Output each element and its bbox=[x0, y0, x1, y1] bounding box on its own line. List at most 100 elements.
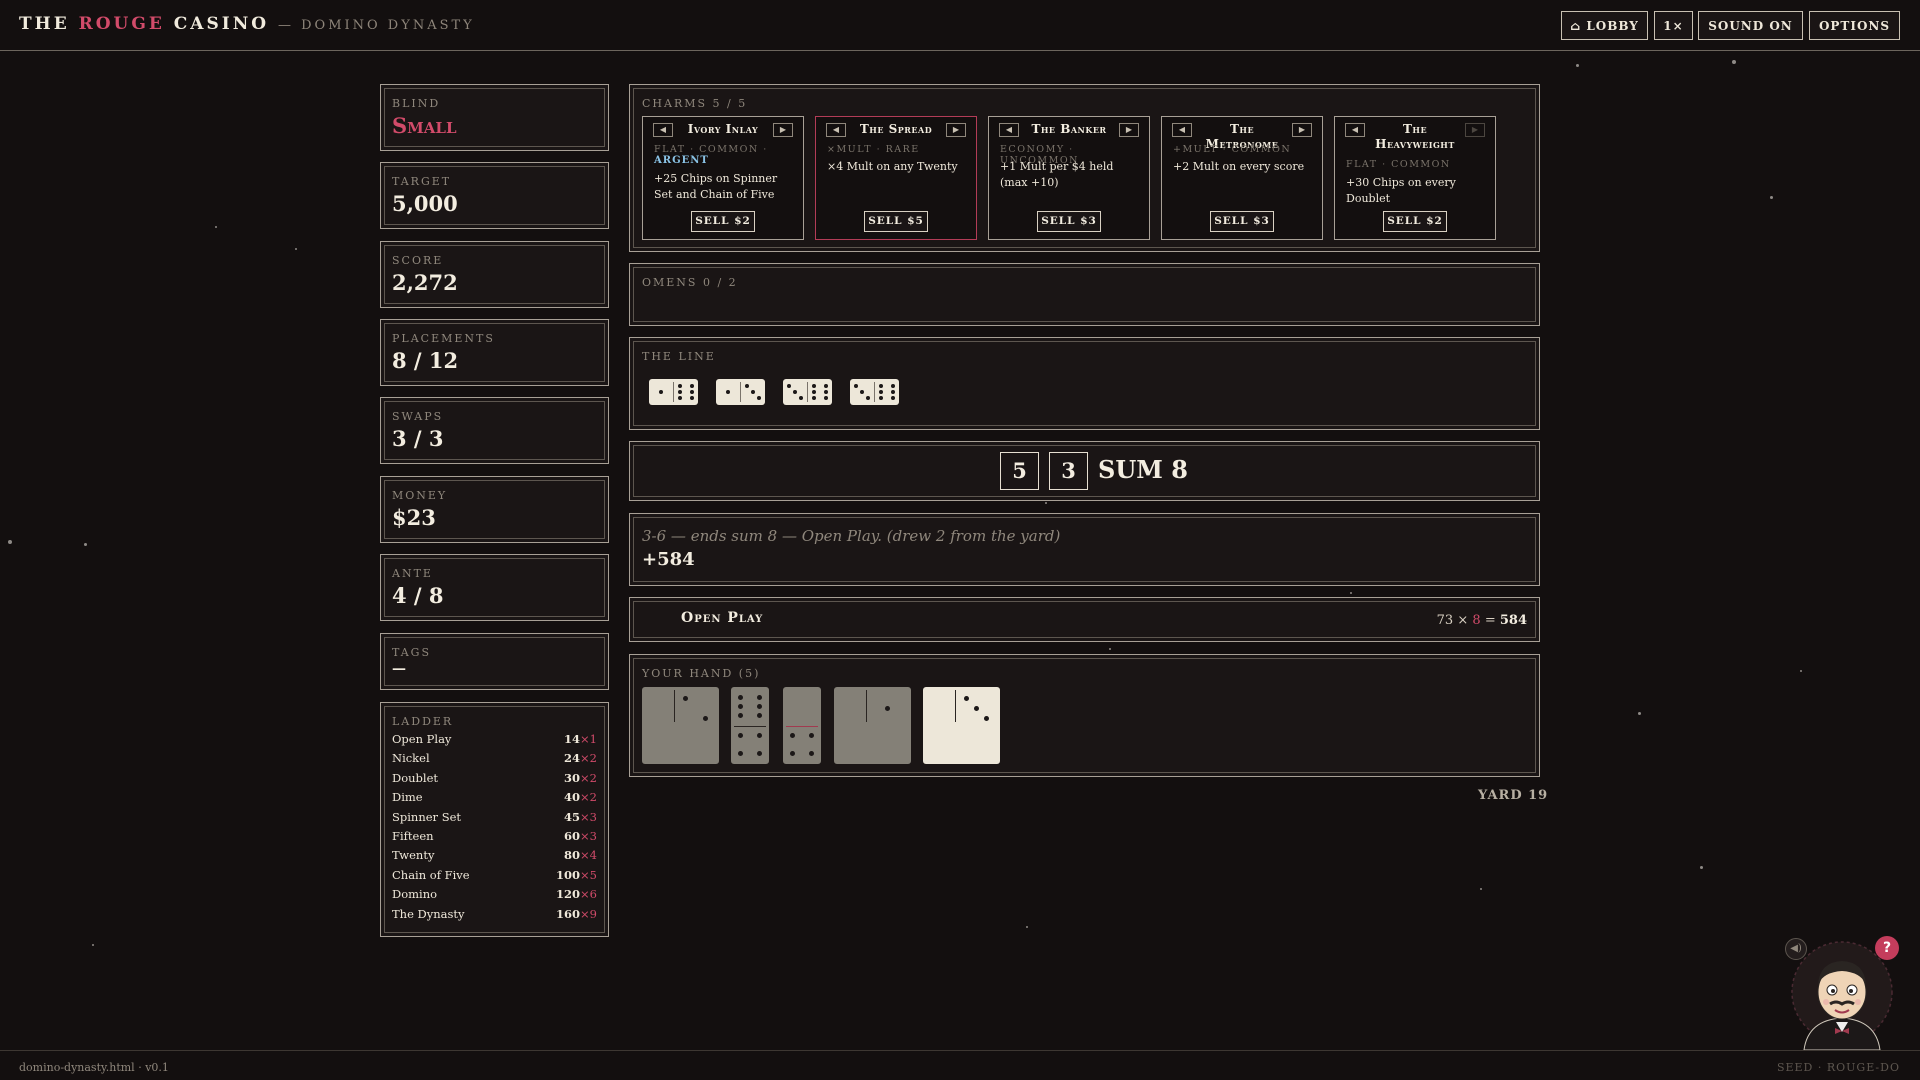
pip bbox=[689, 383, 694, 388]
ladder-hand-name: The Dynasty bbox=[392, 906, 465, 921]
tags-label: TAGS bbox=[392, 646, 432, 659]
sell-button[interactable]: SELL $2 bbox=[1383, 211, 1447, 232]
hand-result-name: Open Play bbox=[681, 610, 764, 626]
hand-result-panel bbox=[629, 597, 1540, 642]
hand-domino[interactable] bbox=[783, 687, 821, 764]
ladder-mult: ×4 bbox=[580, 848, 597, 863]
charm-description: +2 Mult on every score bbox=[1173, 160, 1305, 173]
hand-domino[interactable] bbox=[834, 687, 911, 764]
lobby-button[interactable]: ⌂ LOBBY bbox=[1561, 11, 1648, 40]
ladder-hand-value: 100×5 bbox=[556, 868, 597, 882]
end-sum: SUM 8 bbox=[1098, 455, 1188, 484]
move-right-icon[interactable]: ▶ bbox=[1119, 123, 1139, 137]
brand-rouge: ROUGE bbox=[78, 14, 165, 34]
pip bbox=[885, 705, 890, 711]
pip bbox=[682, 695, 688, 701]
hand-domino[interactable] bbox=[731, 687, 769, 764]
pip bbox=[756, 694, 762, 700]
pip bbox=[793, 390, 797, 394]
score-panel: SCORE 2,272 bbox=[380, 241, 609, 308]
move-left-icon[interactable]: ◀ bbox=[826, 123, 846, 137]
sell-button[interactable]: SELL $3 bbox=[1037, 211, 1101, 232]
charm-card[interactable]: ◀ ▶ The Spread ×MULT · RARE ×4 Mult on any T… bbox=[815, 116, 977, 240]
money-value: $23 bbox=[392, 505, 436, 530]
pip bbox=[860, 390, 864, 394]
pip bbox=[890, 390, 895, 394]
omens-label: OMENS 0 / 2 bbox=[642, 276, 738, 289]
sell-button[interactable]: SELL $5 bbox=[864, 211, 928, 232]
ladder-hand-value: 14×1 bbox=[564, 732, 597, 746]
pip bbox=[808, 751, 814, 757]
hand-domino[interactable] bbox=[923, 687, 1000, 764]
ladder-chips: 120 bbox=[556, 887, 581, 902]
ladder-hand-name: Chain of Five bbox=[392, 867, 470, 882]
charm-card[interactable]: ◀ ▶ Ivory Inlay FLAT · COMMON · ARGENT +25 Ch… bbox=[642, 116, 804, 240]
sound-button[interactable]: SOUND ON bbox=[1698, 11, 1803, 40]
ladder-row: Fifteen 60×3 bbox=[392, 829, 597, 847]
result-times: × bbox=[1457, 613, 1469, 628]
pip bbox=[738, 733, 744, 738]
options-button[interactable]: OPTIONS bbox=[1809, 11, 1900, 40]
ladder-mult: ×9 bbox=[580, 906, 597, 921]
line-panel: THE LINE bbox=[629, 337, 1540, 430]
sell-button[interactable]: SELL $2 bbox=[691, 211, 755, 232]
pip bbox=[963, 695, 969, 701]
move-left-icon[interactable]: ◀ bbox=[999, 123, 1019, 137]
speed-button[interactable]: 1× bbox=[1654, 11, 1693, 40]
pip bbox=[790, 733, 796, 738]
money-panel: MONEY $23 bbox=[380, 476, 609, 543]
footer-seed: SEED · ROUGE-DO bbox=[1776, 1061, 1900, 1074]
ladder-chips: 45 bbox=[564, 809, 581, 824]
target-value: 5,000 bbox=[392, 191, 458, 216]
ladder-mult: ×2 bbox=[580, 770, 597, 785]
ladder-chips: 100 bbox=[556, 867, 581, 882]
charm-card[interactable]: ◀ ▶ The Banker ECONOMY · UNCOMMON +1 Mult pe… bbox=[988, 116, 1150, 240]
move-right-icon[interactable]: ▶ bbox=[1465, 123, 1485, 137]
ladder-chips: 40 bbox=[564, 790, 581, 805]
dealer-avatar[interactable] bbox=[1790, 940, 1894, 1050]
hand-domino[interactable] bbox=[642, 687, 719, 764]
ante-panel: ANTE 4 / 8 bbox=[380, 554, 609, 621]
charm-description: ×4 Mult on any Twenty bbox=[827, 160, 958, 173]
pip bbox=[745, 383, 750, 388]
blind-value: Small bbox=[392, 113, 457, 138]
result-total: 584 bbox=[1499, 613, 1527, 628]
pip bbox=[738, 694, 744, 700]
pip bbox=[703, 715, 709, 721]
move-left-icon[interactable]: ◀ bbox=[1345, 123, 1365, 137]
ladder-hand-value: 60×3 bbox=[564, 829, 597, 843]
ladder-panel: LADDER Open Play 14×1 Nickel 24×2 Doublet 30×… bbox=[380, 702, 609, 937]
ladder-mult: ×5 bbox=[580, 867, 597, 882]
move-right-icon[interactable]: ▶ bbox=[773, 123, 793, 137]
move-right-icon[interactable]: ▶ bbox=[1292, 123, 1312, 137]
ladder-row: Chain of Five 100×5 bbox=[392, 868, 597, 886]
swaps-panel: SWAPS 3 / 3 bbox=[380, 397, 609, 464]
omens-panel: OMENS 0 / 2 bbox=[629, 263, 1540, 326]
charm-card[interactable]: ◀ ▶ The Metronome +MULT · COMMON +2 Mult on … bbox=[1161, 116, 1323, 240]
charm-edition: ARGENT bbox=[654, 155, 709, 166]
pip bbox=[678, 383, 683, 388]
right-end-value: 3 bbox=[1049, 452, 1088, 490]
blind-panel: BLIND Small bbox=[380, 84, 609, 151]
pip bbox=[689, 396, 694, 401]
move-left-icon[interactable]: ◀ bbox=[653, 123, 673, 137]
charm-description: +25 Chips on Spinner Set and Chain of Fi… bbox=[654, 172, 778, 201]
charm-card[interactable]: ◀ ▶ The Heavyweight FLAT · COMMON +30 Chips … bbox=[1334, 116, 1496, 240]
pip bbox=[790, 751, 796, 757]
pip bbox=[890, 383, 895, 388]
ladder-row: Open Play 14×1 bbox=[392, 732, 597, 750]
ladder-hand-name: Domino bbox=[392, 887, 438, 902]
ladder-hand-name: Twenty bbox=[392, 848, 435, 863]
pip bbox=[798, 396, 803, 401]
log-gain: +584 bbox=[642, 549, 695, 570]
ladder-chips: 160 bbox=[556, 906, 581, 921]
log-panel bbox=[629, 513, 1540, 586]
move-right-icon[interactable]: ▶ bbox=[946, 123, 966, 137]
ladder-hand-name: Fifteen bbox=[392, 829, 434, 843]
ladder-row: Doublet 30×2 bbox=[392, 771, 597, 789]
sell-button[interactable]: SELL $3 bbox=[1210, 211, 1274, 232]
move-left-icon[interactable]: ◀ bbox=[1172, 123, 1192, 137]
ladder-hand-value: 45×3 bbox=[564, 810, 597, 824]
tags-value: — bbox=[392, 661, 406, 677]
ladder-chips: 80 bbox=[564, 848, 581, 863]
